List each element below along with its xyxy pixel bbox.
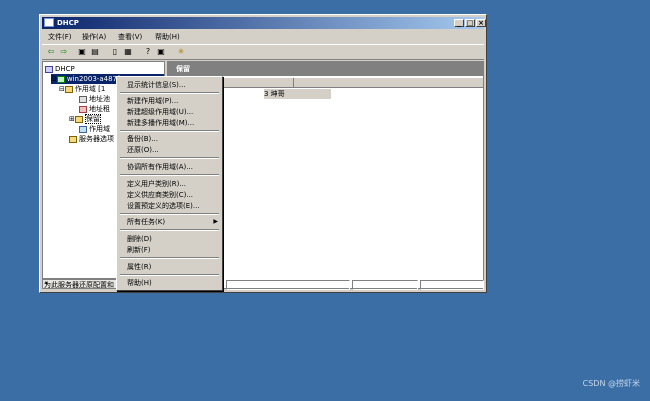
- toolbar: ⇦ ⇨ ▣ ▤ ▯ ▦ ? ▣ ✳: [42, 44, 484, 60]
- menu-view[interactable]: 查看(V): [118, 31, 142, 43]
- tree-item-address-pool[interactable]: 地址池: [79, 94, 110, 104]
- tree-item-scope[interactable]: ⊟ 作用域 [1: [59, 84, 105, 94]
- menu-file[interactable]: 文件(F): [48, 31, 72, 43]
- dhcp-icon: [45, 65, 53, 73]
- show-tree-icon[interactable]: ▤: [90, 47, 100, 57]
- address-pool-icon: [79, 95, 87, 103]
- details-title: 保留: [168, 62, 483, 76]
- menu-separator: [120, 213, 219, 215]
- forward-arrow-icon[interactable]: ⇨: [59, 47, 69, 57]
- menu-item-delete[interactable]: 删除(D): [127, 234, 152, 244]
- status-panel: [420, 280, 484, 290]
- menu-item-help[interactable]: 帮助(H): [127, 278, 152, 288]
- up-folder-icon[interactable]: ▣: [77, 47, 87, 57]
- folder-icon: [64, 85, 73, 93]
- server-icon: [56, 75, 65, 83]
- minimize-button[interactable]: _: [454, 19, 464, 27]
- context-menu: 显示统计信息(S)... 新建作用域(P)... 新建超级作用域(U)... 新…: [116, 76, 223, 291]
- close-button[interactable]: ×: [476, 19, 486, 27]
- menu-item-define-vendor-classes[interactable]: 定义供应商类别(C)...: [127, 190, 193, 200]
- console-icon[interactable]: ▣: [156, 47, 166, 57]
- menu-item-reconcile-all[interactable]: 协调所有作用域(A)...: [127, 162, 193, 172]
- menu-separator: [120, 257, 219, 259]
- menu-action[interactable]: 操作(A): [82, 31, 106, 43]
- properties-icon[interactable]: ▯: [110, 47, 120, 57]
- menu-item-new-superscope[interactable]: 新建超级作用域(U)...: [127, 107, 193, 117]
- address-leases-icon: [79, 105, 87, 113]
- watermark: CSDN @捞虾米: [582, 379, 640, 388]
- folder-icon: [69, 135, 77, 143]
- menu-item-restore[interactable]: 还原(O)...: [127, 145, 159, 155]
- status-panel: [226, 280, 350, 290]
- menu-separator: [120, 174, 219, 176]
- maximize-button[interactable]: □: [465, 19, 475, 27]
- menu-bar: 文件(F) 操作(A) 查看(V) 帮助(H): [42, 31, 484, 43]
- tree-item-address-leases[interactable]: 地址租: [79, 104, 110, 114]
- status-bar: 为此服务器还原配置和: [42, 279, 484, 291]
- submenu-arrow-icon: ▶: [213, 218, 218, 225]
- help-icon[interactable]: ?: [143, 47, 153, 57]
- folder-icon: [74, 115, 83, 123]
- menu-separator: [120, 274, 219, 276]
- menu-separator: [120, 229, 219, 231]
- menu-item-new-multicast-scope[interactable]: 新建多播作用域(M)...: [127, 118, 194, 128]
- menu-separator: [120, 130, 219, 132]
- menu-item-set-predefined-options[interactable]: 设置预定义的选项(E)...: [127, 201, 200, 211]
- scope-options-icon: [79, 125, 87, 133]
- menu-item-refresh[interactable]: 刷新(F): [127, 245, 151, 255]
- tree-item-scope-options[interactable]: 作用域: [79, 124, 110, 134]
- status-text: 为此服务器还原配置和: [44, 281, 114, 289]
- export-list-icon[interactable]: ▦: [123, 47, 133, 57]
- dhcp-app-icon: [44, 18, 54, 27]
- reservation-row[interactable]: 3 坤哥: [264, 89, 331, 99]
- title-bar[interactable]: DHCP _ □ ×: [42, 17, 486, 29]
- menu-item-new-scope[interactable]: 新建作用域(P)...: [127, 96, 178, 106]
- menu-help[interactable]: 帮助(H): [155, 31, 180, 43]
- menu-item-define-user-classes[interactable]: 定义用户类别(R)...: [127, 179, 186, 189]
- refresh-icon[interactable]: ✳: [176, 47, 186, 57]
- menu-item-all-tasks[interactable]: 所有任务(K): [127, 217, 165, 227]
- tree-item-dhcp[interactable]: DHCP: [45, 64, 75, 74]
- status-panel: [352, 280, 418, 290]
- dhcp-window: DHCP _ □ × 文件(F) 操作(A) 查看(V) 帮助(H) ⇦ ⇨ ▣…: [39, 14, 487, 293]
- menu-separator: [120, 157, 219, 159]
- menu-item-backup[interactable]: 备份(B)...: [127, 134, 158, 144]
- window-title: DHCP: [57, 19, 79, 27]
- menu-item-properties[interactable]: 属性(R): [127, 262, 151, 272]
- tree-item-server-options[interactable]: 服务器选项: [69, 134, 114, 144]
- menu-separator: [120, 92, 219, 94]
- menu-item-show-statistics[interactable]: 显示统计信息(S)...: [127, 80, 186, 90]
- tree-item-reservations[interactable]: ⊞ 保留: [69, 114, 101, 124]
- back-arrow-icon[interactable]: ⇦: [46, 47, 56, 57]
